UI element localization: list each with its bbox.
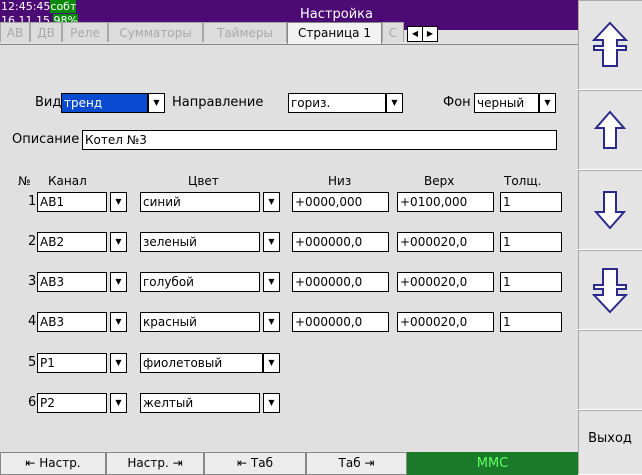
channel-select[interactable]: Р1 <box>37 353 107 373</box>
tab-rele[interactable]: Реле <box>62 22 108 42</box>
high-input[interactable]: +000020,0 <box>397 232 494 252</box>
channel-select[interactable]: Р2 <box>37 393 107 413</box>
status-time: 12:45:45 <box>1 0 51 13</box>
next-setting-button[interactable]: Настр. ⇥ <box>106 452 204 475</box>
col-color-header: Цвет <box>188 174 219 188</box>
tab-ab[interactable]: АВ <box>0 22 30 42</box>
channel-select[interactable]: АВ2 <box>37 232 107 252</box>
double-arrow-up-icon <box>591 21 629 67</box>
row-num: 4 <box>28 314 37 329</box>
view-select[interactable]: тренд <box>61 93 148 113</box>
tab-scroll-right-icon[interactable]: ▶ <box>422 26 438 42</box>
direction-select[interactable]: гориз. <box>288 93 386 113</box>
description-input[interactable]: Котел №3 <box>82 130 557 150</box>
channel-dropdown-icon[interactable]: ▼ <box>110 312 127 332</box>
mmc-indicator: MMC <box>407 452 578 475</box>
prev-tab-button[interactable]: ⇤ Таб <box>204 452 306 475</box>
color-select[interactable]: фиолетовый <box>140 353 263 373</box>
scroll-bottom-button[interactable] <box>578 250 642 330</box>
color-dropdown-icon[interactable]: ▼ <box>263 353 280 373</box>
channel-dropdown-icon[interactable]: ▼ <box>110 192 127 212</box>
exit-label: Выход <box>588 431 632 446</box>
arrow-down-icon <box>593 191 627 230</box>
scroll-top-button[interactable] <box>578 0 642 90</box>
tab-summators[interactable]: Сумматоры <box>108 22 203 42</box>
prev-setting-button[interactable]: ⇤ Настр. <box>0 452 106 475</box>
scroll-up-button[interactable] <box>578 90 642 170</box>
empty-button[interactable] <box>578 330 642 410</box>
col-num-header: № <box>18 174 31 188</box>
tab-page1[interactable]: Страница 1 <box>287 22 382 44</box>
double-arrow-down-icon <box>591 268 629 314</box>
color-select[interactable]: синий <box>140 192 260 212</box>
high-input[interactable]: +000020,0 <box>397 272 494 292</box>
next-tab-button[interactable]: Таб ⇥ <box>306 452 407 475</box>
description-label: Описание <box>12 132 80 147</box>
channel-select[interactable]: АВ3 <box>37 272 107 292</box>
high-input[interactable]: +000020,0 <box>397 312 494 332</box>
status-event: собт <box>50 0 77 13</box>
color-select[interactable]: красный <box>140 312 260 332</box>
channel-dropdown-icon[interactable]: ▼ <box>110 232 127 252</box>
row-num: 2 <box>28 234 37 249</box>
col-high-header: Верх <box>424 174 455 188</box>
width-input[interactable]: 1 <box>500 312 562 332</box>
low-input[interactable]: +000000,0 <box>292 272 389 292</box>
direction-dropdown-icon[interactable]: ▼ <box>386 93 403 113</box>
low-input[interactable]: +000000,0 <box>292 232 389 252</box>
high-input[interactable]: +0100,000 <box>397 192 494 212</box>
color-select[interactable]: голубой <box>140 272 260 292</box>
view-dropdown-icon[interactable]: ▼ <box>148 93 165 113</box>
col-width-header: Толщ. <box>504 174 542 188</box>
tab-db[interactable]: ДВ <box>30 22 62 42</box>
background-select[interactable]: черный <box>474 93 539 113</box>
channel-select[interactable]: АВ1 <box>37 192 107 212</box>
width-input[interactable]: 1 <box>500 232 562 252</box>
arrow-up-icon <box>593 110 627 149</box>
row-num: 6 <box>28 395 37 410</box>
view-label: Вид <box>35 95 62 110</box>
channel-dropdown-icon[interactable]: ▼ <box>110 393 127 413</box>
channel-dropdown-icon[interactable]: ▼ <box>110 353 127 373</box>
color-select[interactable]: желтый <box>140 393 260 413</box>
col-channel-header: Канал <box>48 174 87 188</box>
channel-select[interactable]: АВ3 <box>37 312 107 332</box>
scroll-down-button[interactable] <box>578 170 642 250</box>
row-num: 3 <box>28 274 37 289</box>
background-label: Фон <box>443 95 471 110</box>
color-dropdown-icon[interactable]: ▼ <box>263 393 280 413</box>
color-dropdown-icon[interactable]: ▼ <box>263 272 280 292</box>
color-dropdown-icon[interactable]: ▼ <box>263 192 280 212</box>
low-input[interactable]: +0000,000 <box>292 192 389 212</box>
low-input[interactable]: +000000,0 <box>292 312 389 332</box>
row-num: 1 <box>28 194 37 209</box>
channel-dropdown-icon[interactable]: ▼ <box>110 272 127 292</box>
tab-bar: АВ ДВ Реле Сумматоры Таймеры Страница 1 … <box>0 22 578 44</box>
tab-more[interactable]: С <box>382 22 404 42</box>
tab-scroll-left-icon[interactable]: ◀ <box>407 26 423 42</box>
color-select[interactable]: зеленый <box>140 232 260 252</box>
background-dropdown-icon[interactable]: ▼ <box>539 93 556 113</box>
color-dropdown-icon[interactable]: ▼ <box>263 232 280 252</box>
col-low-header: Низ <box>328 174 352 188</box>
row-num: 5 <box>28 355 37 370</box>
tab-timers[interactable]: Таймеры <box>203 22 287 42</box>
width-input[interactable]: 1 <box>500 272 562 292</box>
width-input[interactable]: 1 <box>500 192 562 212</box>
direction-label: Направление <box>172 95 264 110</box>
color-dropdown-icon[interactable]: ▼ <box>263 312 280 332</box>
